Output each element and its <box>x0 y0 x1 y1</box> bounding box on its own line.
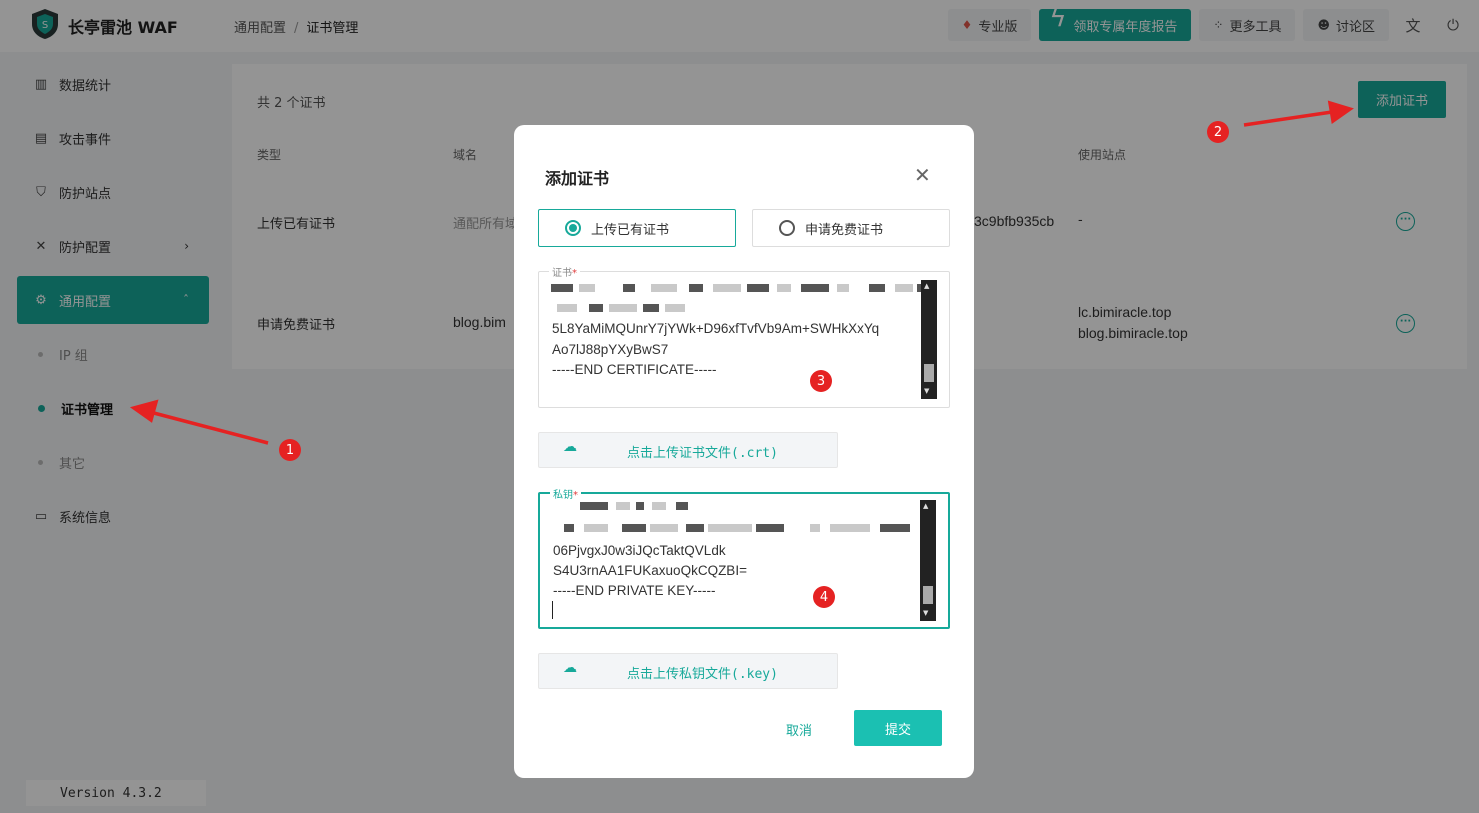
add-cert-dialog: 添加证书 ✕ 上传已有证书 申请免费证书 证书* 5L8YaMiMQUnrY7j… <box>514 125 974 778</box>
scroll-thumb[interactable] <box>924 364 934 382</box>
scroll-down-icon[interactable]: ▼ <box>924 387 929 395</box>
cancel-button[interactable]: 取消 <box>786 720 812 739</box>
cert-text-line: -----END CERTIFICATE----- <box>552 362 717 377</box>
cert-scrollbar[interactable]: ▲ ▼ <box>921 280 937 399</box>
key-field-label: 私钥* <box>550 486 581 501</box>
annotation-badge-2: 2 <box>1207 121 1229 143</box>
cloud-upload-icon: ☁ <box>563 660 577 676</box>
cert-text-line: 5L8YaMiMQUnrY7jYWk+D96xfTvfVb9Am+SWHkXxY… <box>552 321 880 336</box>
scroll-down-icon[interactable]: ▼ <box>923 609 928 617</box>
upload-cert-label: 点击上传证书文件(.crt) <box>627 446 778 461</box>
key-text-line: -----END PRIVATE KEY----- <box>553 583 716 598</box>
private-key-textarea[interactable]: 私钥* 06PjvgxJ0w3iJQcTaktQVLdk S4U3rnAA1FU… <box>538 486 950 629</box>
text-cursor <box>552 601 553 619</box>
option-upload-label: 上传已有证书 <box>591 222 670 238</box>
radio-checked <box>565 220 581 236</box>
dialog-title: 添加证书 <box>545 169 610 188</box>
scroll-thumb[interactable] <box>923 586 933 604</box>
annotation-badge-1: 1 <box>279 439 301 461</box>
upload-key-label: 点击上传私钥文件(.key) <box>627 667 778 682</box>
annotation-badge-3: 3 <box>810 370 832 392</box>
cloud-upload-icon: ☁ <box>563 439 577 455</box>
submit-button[interactable]: 提交 <box>854 710 942 746</box>
option-apply-label: 申请免费证书 <box>805 222 884 238</box>
scroll-up-icon[interactable]: ▲ <box>923 502 928 510</box>
key-text-line: S4U3rnAA1FUKaxuoQkCQZBI= <box>553 563 747 578</box>
cert-textarea[interactable]: 证书* 5L8YaMiMQUnrY7jYWk+D96xfTvfVb9Am+SWH… <box>538 264 950 408</box>
scroll-up-icon[interactable]: ▲ <box>924 282 929 290</box>
option-apply-free[interactable]: 申请免费证书 <box>752 209 950 247</box>
option-upload-existing[interactable]: 上传已有证书 <box>538 209 736 247</box>
upload-key-button[interactable]: ☁ 点击上传私钥文件(.key) <box>538 653 838 689</box>
close-icon[interactable]: ✕ <box>914 163 931 187</box>
upload-cert-button[interactable]: ☁ 点击上传证书文件(.crt) <box>538 432 838 468</box>
key-text-line: 06PjvgxJ0w3iJQcTaktQVLdk <box>553 543 726 558</box>
annotation-badge-4: 4 <box>813 586 835 608</box>
cert-text-line: Ao7lJ88pYXyBwS7 <box>552 342 669 357</box>
cert-field-label: 证书* <box>549 264 580 279</box>
key-scrollbar[interactable]: ▲ ▼ <box>920 500 936 621</box>
radio-unchecked <box>779 220 795 236</box>
